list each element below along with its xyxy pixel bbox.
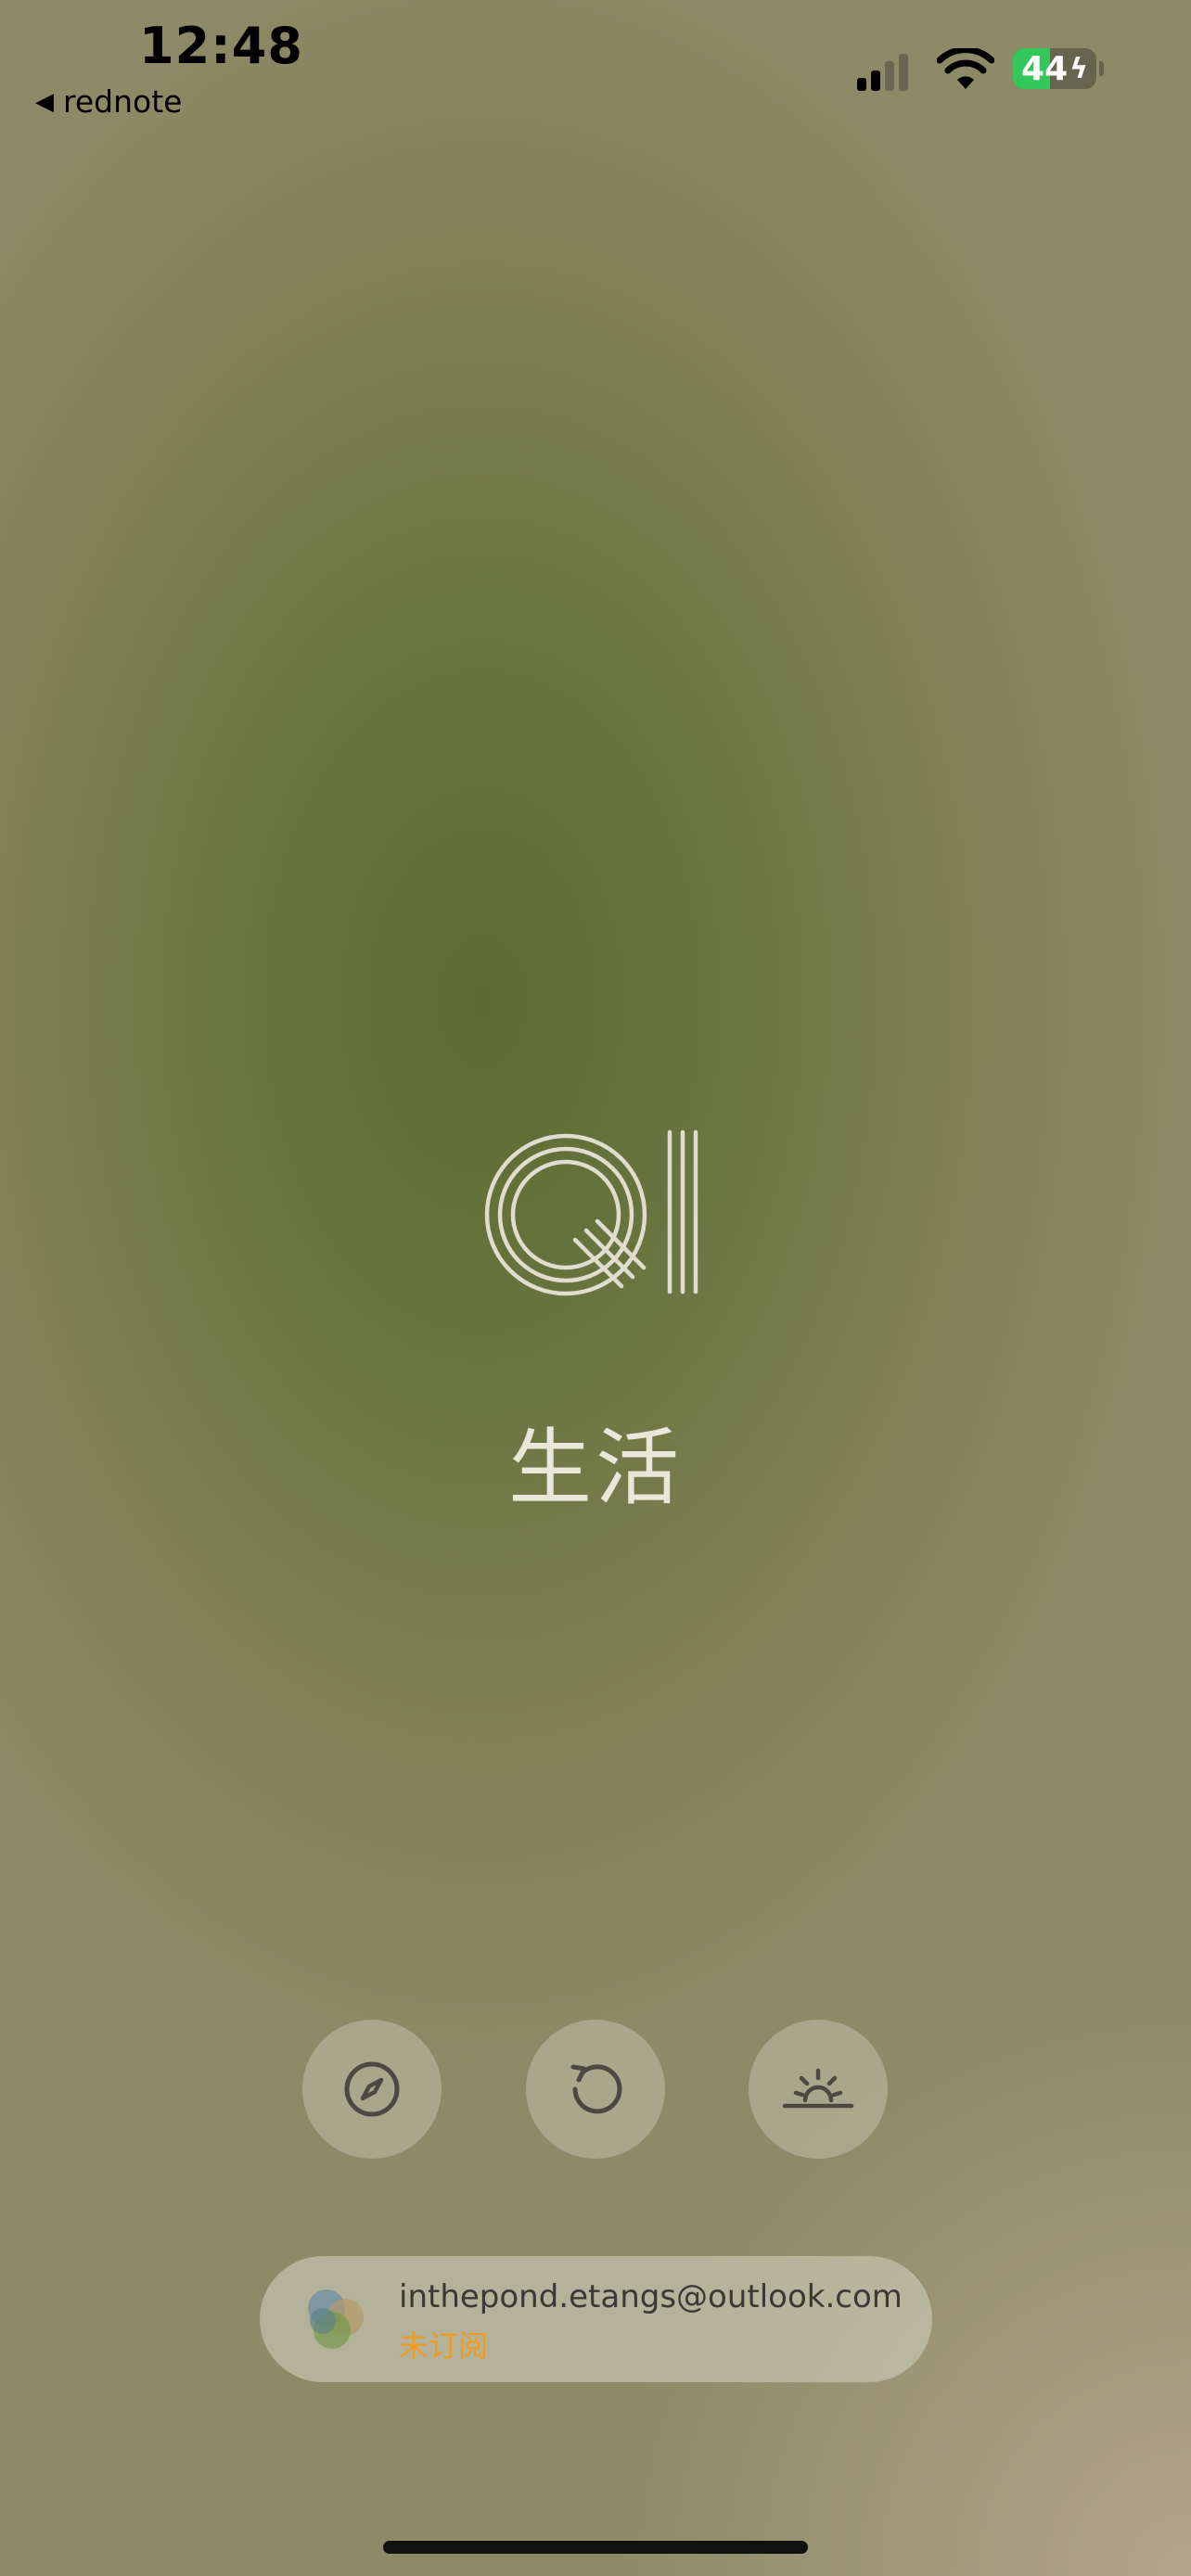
qi-logo-icon xyxy=(484,1129,698,1296)
compass-button[interactable] xyxy=(302,2020,442,2159)
wifi-icon xyxy=(937,48,994,89)
subscription-status: 未订阅 xyxy=(399,2328,489,2364)
account-email: inthepond.etangs@outlook.com xyxy=(399,2278,903,2315)
battery-percent: 44 xyxy=(1021,49,1069,88)
refresh-button[interactable] xyxy=(526,2020,665,2159)
home-indicator[interactable] xyxy=(383,2541,808,2554)
sunrise-icon xyxy=(782,2068,854,2109)
back-app-label: rednote xyxy=(63,83,183,120)
battery-nub xyxy=(1099,61,1104,76)
sunrise-button[interactable] xyxy=(749,2020,888,2159)
status-time: 12:48 xyxy=(139,17,303,75)
cellular-signal-icon xyxy=(857,54,908,91)
refresh-icon xyxy=(570,2064,622,2114)
back-triangle-icon: ◀ xyxy=(35,87,54,116)
back-to-app-button[interactable]: ◀ rednote xyxy=(35,83,182,120)
avatar xyxy=(308,2289,364,2349)
compass-icon xyxy=(344,2061,400,2117)
charging-bolt-icon: ϟ xyxy=(1069,52,1088,85)
battery-indicator: 44 ϟ xyxy=(1013,48,1096,89)
logo-label: 生活 xyxy=(508,1420,683,1517)
account-card[interactable]: inthepond.etangs@outlook.com 未订阅 xyxy=(260,2256,932,2382)
